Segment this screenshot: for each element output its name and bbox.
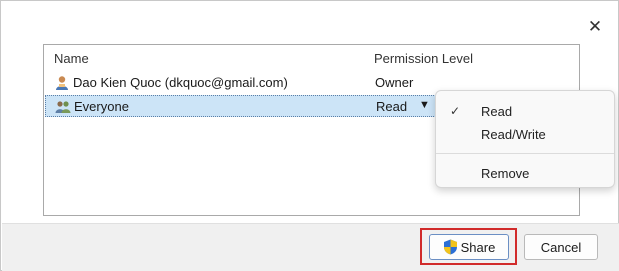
list-item-permission: Owner xyxy=(375,75,414,90)
list-item-name: Everyone xyxy=(74,99,129,114)
cancel-button-label: Cancel xyxy=(540,239,582,255)
user-icon xyxy=(56,76,68,90)
menu-item-remove[interactable]: Remove xyxy=(436,161,614,185)
group-icon xyxy=(55,101,71,113)
menu-item-label: Read/Write xyxy=(481,126,546,142)
permission-dropdown[interactable]: Read xyxy=(376,99,407,114)
close-icon[interactable]: ✕ xyxy=(581,13,609,41)
list-item-name: Dao Kien Quoc (dkquoc@gmail.com) xyxy=(73,75,288,90)
dropdown-arrow-icon[interactable]: ▼ xyxy=(419,99,430,111)
share-button[interactable]: Share xyxy=(429,234,509,260)
share-button-label: Share xyxy=(460,239,496,255)
menu-item-read-write[interactable]: Read/Write xyxy=(436,122,614,146)
column-header-name[interactable]: Name xyxy=(54,51,89,66)
menu-item-label: Read xyxy=(481,103,513,119)
permission-menu: ✓ Read Read/Write Remove xyxy=(435,90,615,188)
menu-item-read[interactable]: ✓ Read xyxy=(436,99,614,123)
checkmark-icon: ✓ xyxy=(450,104,461,118)
uac-shield-icon xyxy=(443,239,457,255)
column-header-permission[interactable]: Permission Level xyxy=(374,51,473,66)
menu-item-label: Remove xyxy=(481,165,530,181)
share-dialog: ✕ Name Permission Level Dao Kien Quoc (d… xyxy=(0,0,619,271)
cancel-button[interactable]: Cancel xyxy=(524,234,598,260)
menu-separator xyxy=(436,153,614,154)
